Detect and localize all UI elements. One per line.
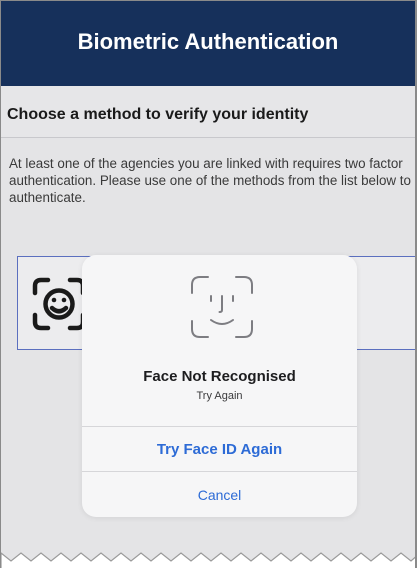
cancel-button[interactable]: Cancel <box>82 471 357 517</box>
face-id-icon <box>191 276 253 338</box>
try-face-id-again-button[interactable]: Try Face ID Again <box>82 426 357 471</box>
app-screen: Biometric Authentication Choose a method… <box>0 0 417 568</box>
torn-edge-divider <box>1 552 415 568</box>
app-header: Biometric Authentication <box>1 1 415 86</box>
alert-subtitle: Try Again <box>196 390 243 402</box>
instructions-text: At least one of the agencies you are lin… <box>9 156 411 205</box>
section-header: Choose a method to verify your identity <box>1 86 415 138</box>
face-id-icon <box>32 277 86 331</box>
section-title: Choose a method to verify your identity <box>7 106 309 123</box>
alert-title: Face Not Recognised <box>143 368 296 385</box>
face-id-alert: Face Not Recognised Try Again Try Face I… <box>82 255 357 517</box>
page-title: Biometric Authentication <box>77 29 339 54</box>
